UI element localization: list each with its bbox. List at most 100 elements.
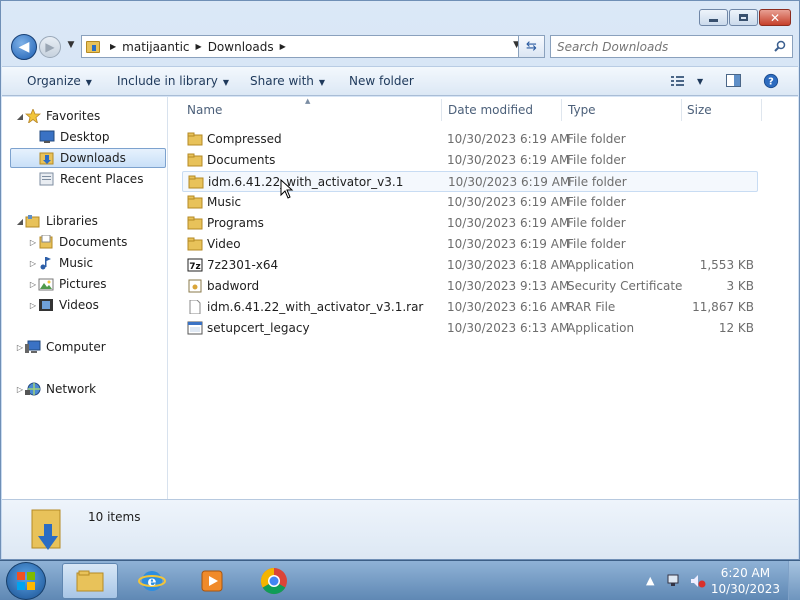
column-divider[interactable] (441, 99, 442, 121)
expand-arrow-icon[interactable]: ▷ (28, 238, 38, 247)
folder-icon (187, 132, 203, 146)
nav-item-recent-places[interactable]: Recent Places (39, 169, 143, 189)
nav-item-downloads[interactable]: Downloads (10, 148, 166, 168)
file-icon (187, 299, 203, 315)
svg-text:7z: 7z (189, 262, 201, 272)
close-button[interactable]: ✕ (759, 9, 791, 26)
breadcrumb-user[interactable]: matijaantic (122, 40, 189, 54)
nav-item-documents[interactable]: ▷ Documents (2, 232, 127, 252)
organize-label: Organize (27, 74, 81, 88)
start-button[interactable] (6, 562, 46, 600)
nav-label: Favorites (46, 109, 101, 123)
search-box[interactable] (550, 35, 793, 58)
maximize-button[interactable] (729, 9, 758, 26)
7zip-icon: 7z (187, 258, 203, 272)
documents-icon (38, 235, 54, 249)
file-type: RAR File (567, 300, 616, 314)
taskbar-explorer-button[interactable] (62, 563, 118, 599)
column-header-date[interactable]: Date modified (448, 99, 533, 121)
search-input[interactable] (557, 39, 757, 54)
forward-button[interactable]: ▶ (39, 36, 61, 58)
nav-item-music[interactable]: ▷ Music (2, 253, 93, 273)
application-icon (187, 321, 203, 335)
breadcrumb-arrow-icon[interactable]: ▶ (280, 42, 286, 51)
nav-item-desktop[interactable]: Desktop (39, 127, 110, 147)
collapse-arrow-icon[interactable]: ◢ (15, 217, 25, 226)
change-view-icon[interactable] (670, 73, 688, 89)
expand-arrow-icon[interactable]: ▷ (28, 301, 38, 310)
back-button[interactable]: ◀ (11, 34, 37, 60)
table-row[interactable]: idm.6.41.22_with_activator_v3.1.rar 10/30… (182, 297, 758, 318)
address-bar[interactable]: ▶ matijaantic ▶ Downloads ▶ ▼ (81, 35, 525, 58)
file-type: File folder (567, 195, 626, 209)
taskbar: e ▲ 6:20 AM 10/30/2023 (0, 560, 800, 600)
recent-pages-button[interactable]: ▼ (65, 40, 77, 52)
expand-arrow-icon[interactable]: ▷ (28, 259, 38, 268)
column-header-type[interactable]: Type (568, 99, 596, 121)
share-with-button[interactable]: Share with ▼ (250, 74, 325, 88)
minimize-button[interactable] (699, 9, 728, 26)
organize-button[interactable]: Organize ▼ (27, 74, 92, 88)
clock[interactable]: 6:20 AM 10/30/2023 (711, 565, 780, 597)
file-date-modified: 10/30/2023 6:16 AM (447, 300, 570, 314)
nav-item-network[interactable]: ▷ Network (2, 379, 96, 399)
nav-item-videos[interactable]: ▷ Videos (2, 295, 99, 315)
collapse-arrow-icon[interactable]: ◢ (15, 112, 25, 121)
nav-item-favorites[interactable]: ◢ Favorites (2, 106, 100, 126)
include-in-library-label: Include in library (117, 74, 218, 88)
table-row[interactable]: Programs 10/30/2023 6:19 AM File folder (182, 213, 758, 234)
table-row[interactable]: Music 10/30/2023 6:19 AM File folder (182, 192, 758, 213)
minimize-icon (709, 18, 718, 22)
file-size: 11,867 KB (692, 300, 754, 314)
expand-arrow-icon[interactable]: ▷ (28, 280, 38, 289)
taskbar-media-player-button[interactable] (184, 563, 240, 599)
nav-item-computer[interactable]: ▷ Computer (2, 337, 106, 357)
show-desktop-button[interactable] (788, 561, 800, 600)
preview-pane-icon[interactable] (725, 73, 743, 89)
svg-text:e: e (148, 574, 157, 590)
expand-arrow-icon[interactable]: ▷ (15, 385, 25, 394)
file-date-modified: 10/30/2023 9:13 AM (447, 279, 570, 293)
table-row[interactable]: Compressed 10/30/2023 6:19 AM File folder (182, 129, 758, 150)
nav-item-pictures[interactable]: ▷ Pictures (2, 274, 107, 294)
chevron-down-icon: ▼ (318, 78, 326, 87)
breadcrumb-arrow-icon[interactable]: ▶ (110, 42, 116, 51)
taskbar-chrome-button[interactable] (246, 563, 302, 599)
nav-item-libraries[interactable]: ◢ Libraries (2, 211, 98, 231)
nav-label: Downloads (60, 151, 126, 165)
search-icon[interactable] (774, 40, 786, 52)
network-status-icon[interactable] (666, 573, 682, 589)
expand-arrow-icon[interactable]: ▷ (15, 343, 25, 352)
maximize-icon (739, 14, 748, 21)
sort-ascending-icon: ▲ (305, 97, 311, 105)
include-in-library-button[interactable]: Include in library ▼ (117, 74, 229, 88)
column-divider[interactable] (561, 99, 562, 121)
show-hidden-icons-icon[interactable]: ▲ (646, 574, 654, 587)
file-type: Security Certificate (567, 279, 683, 293)
taskbar-internet-explorer-button[interactable]: e (124, 563, 180, 599)
help-icon[interactable]: ? (762, 73, 780, 89)
view-dropdown-icon[interactable]: ▼ (697, 77, 703, 86)
file-date-modified: 10/30/2023 6:13 AM (447, 321, 570, 335)
file-size: 1,553 KB (699, 258, 754, 272)
column-header-size[interactable]: Size (687, 99, 712, 121)
table-row[interactable]: 7z 7z2301-x64 10/30/2023 6:18 AM Applicatio… (182, 255, 758, 276)
table-row[interactable]: badword 10/30/2023 9:13 AM Security Certif… (182, 276, 758, 297)
breadcrumb-downloads[interactable]: Downloads (208, 40, 274, 54)
file-type: Application (567, 321, 635, 335)
refresh-button[interactable]: ⇆ (518, 35, 545, 58)
table-row[interactable]: setupcert_legacy 10/30/2023 6:13 AM Applic… (182, 318, 758, 339)
table-row[interactable]: idm.6.41.22_with_activator_v3.1 10/30/202… (182, 171, 758, 192)
column-divider[interactable] (681, 99, 682, 121)
nav-label: Desktop (60, 130, 110, 144)
new-folder-button[interactable]: New folder (349, 74, 414, 88)
file-size: 12 KB (718, 321, 754, 335)
table-row[interactable]: Video 10/30/2023 6:19 AM File folder (182, 234, 758, 255)
volume-muted-icon[interactable] (690, 573, 706, 589)
refresh-icon: ⇆ (526, 39, 537, 54)
column-header-name[interactable]: Name (187, 99, 222, 121)
mouse-cursor-icon (280, 179, 294, 199)
table-row[interactable]: Documents 10/30/2023 6:19 AM File folder (182, 150, 758, 171)
column-divider[interactable] (761, 99, 762, 121)
breadcrumb-arrow-icon[interactable]: ▶ (196, 42, 202, 51)
